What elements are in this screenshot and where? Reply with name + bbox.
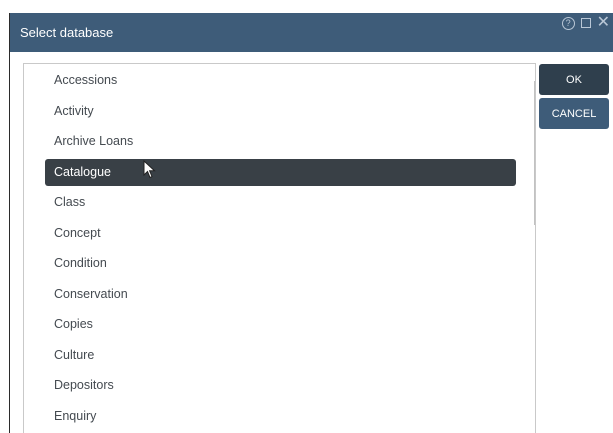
list-item[interactable]: Copies (45, 311, 516, 338)
list-item[interactable]: Catalogue (45, 158, 516, 186)
scroll-up-arrow-icon[interactable] (535, 70, 536, 75)
window-controls: ? ✕ (561, 15, 610, 31)
list-item[interactable]: Activity (45, 98, 516, 125)
list-item[interactable]: Depositors (45, 372, 516, 399)
list-item[interactable]: Concept (45, 220, 516, 247)
database-list[interactable]: Accessions Activity Archive Loans Catalogue… (23, 63, 536, 433)
scroll-thumb[interactable] (534, 81, 535, 225)
dialog-title: Select database (20, 25, 114, 40)
select-database-dialog: Select database ? ✕ Accessions Activity Ar… (9, 13, 613, 433)
list-item[interactable]: Conservation (45, 281, 516, 308)
ok-button[interactable]: OK (539, 64, 609, 95)
scroll-down-arrow-icon[interactable] (535, 427, 536, 432)
dialog-titlebar[interactable]: Select database ? ✕ (10, 13, 613, 52)
maximize-icon[interactable] (580, 18, 591, 28)
help-icon[interactable]: ? (561, 16, 575, 30)
vertical-scrollbar[interactable] (530, 64, 536, 433)
cancel-button[interactable]: CANCEL (539, 98, 609, 129)
mouse-pointer-icon (143, 160, 156, 179)
list-item[interactable]: Archive Loans (45, 128, 516, 155)
list-item[interactable]: Condition (45, 250, 516, 277)
list-item[interactable]: Enquiry (45, 403, 516, 430)
list-item[interactable]: Culture (45, 342, 516, 369)
list-item[interactable]: Accessions (45, 67, 516, 94)
close-icon[interactable]: ✕ (597, 15, 610, 31)
list-item[interactable]: Class (45, 189, 516, 216)
